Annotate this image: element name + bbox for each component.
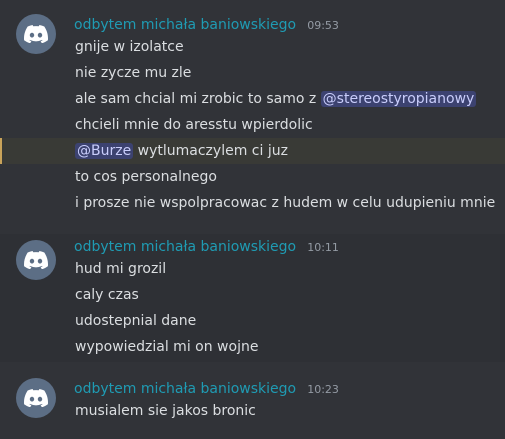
message-group: odbytem michała baniowskiego 09:53 gnije… — [0, 14, 505, 226]
message-text: chcieli mnie do aresstu wpierdolic — [75, 117, 313, 133]
message-line: nie zycze mu zle — [0, 60, 505, 86]
username[interactable]: odbytem michała baniowskiego — [74, 17, 296, 33]
message-group: odbytem michała baniowskiego 10:11 hud m… — [0, 234, 505, 362]
message-line: ale sam chcial mi zrobic to samo z @ster… — [0, 86, 505, 112]
message-line: musialem sie jakos bronic — [0, 398, 505, 424]
message-line: gnije w izolatce — [0, 34, 505, 60]
message-text: nie zycze mu zle — [75, 65, 192, 81]
message-line: to cos personalnego — [0, 164, 505, 190]
message-text: gnije w izolatce — [75, 39, 184, 55]
message-text: ale sam chcial mi zrobic to samo z @ster… — [75, 86, 477, 112]
message-text: musialem sie jakos bronic — [75, 403, 256, 419]
message-text: i prosze nie wspolpracowac z hudem w cel… — [75, 195, 496, 211]
message-text: wypowiedzial mi on wojne — [75, 339, 259, 355]
message-text: @Burze wytlumaczylem ci juz — [75, 138, 288, 164]
user-mention[interactable]: @stereostyropianowy — [320, 91, 477, 107]
message-header: odbytem michała baniowskiego 10:23 — [74, 378, 339, 398]
message-header: odbytem michała baniowskiego 10:11 — [74, 236, 339, 256]
message-text-part: ale sam chcial mi zrobic to samo z — [75, 91, 317, 107]
message-text: hud mi grozil — [75, 261, 167, 277]
message-line: caly czas — [0, 282, 505, 308]
username[interactable]: odbytem michała baniowskiego — [74, 381, 296, 397]
chat-messages: odbytem michała baniowskiego 09:53 gnije… — [0, 0, 505, 439]
username[interactable]: odbytem michała baniowskiego — [74, 239, 296, 255]
message-line-mentioned: @Burze wytlumaczylem ci juz — [0, 138, 505, 164]
message-line: chcieli mnie do aresstu wpierdolic — [0, 112, 505, 138]
timestamp[interactable]: 10:11 — [307, 241, 339, 254]
message-line: hud mi grozil — [0, 256, 505, 282]
message-text: to cos personalnego — [75, 169, 217, 185]
message-line: i prosze nie wspolpracowac z hudem w cel… — [0, 190, 505, 216]
message-line: udostepnial dane — [0, 308, 505, 334]
message-group: odbytem michała baniowskiego 10:23 musia… — [0, 378, 505, 428]
timestamp[interactable]: 09:53 — [307, 19, 339, 32]
message-text: udostepnial dane — [75, 313, 197, 329]
timestamp[interactable]: 10:23 — [307, 383, 339, 396]
message-text: caly czas — [75, 287, 139, 303]
message-text-part: wytlumaczylem ci juz — [133, 143, 288, 159]
message-line: wypowiedzial mi on wojne — [0, 334, 505, 360]
message-header: odbytem michała baniowskiego 09:53 — [74, 14, 339, 34]
user-mention[interactable]: @Burze — [75, 143, 134, 159]
